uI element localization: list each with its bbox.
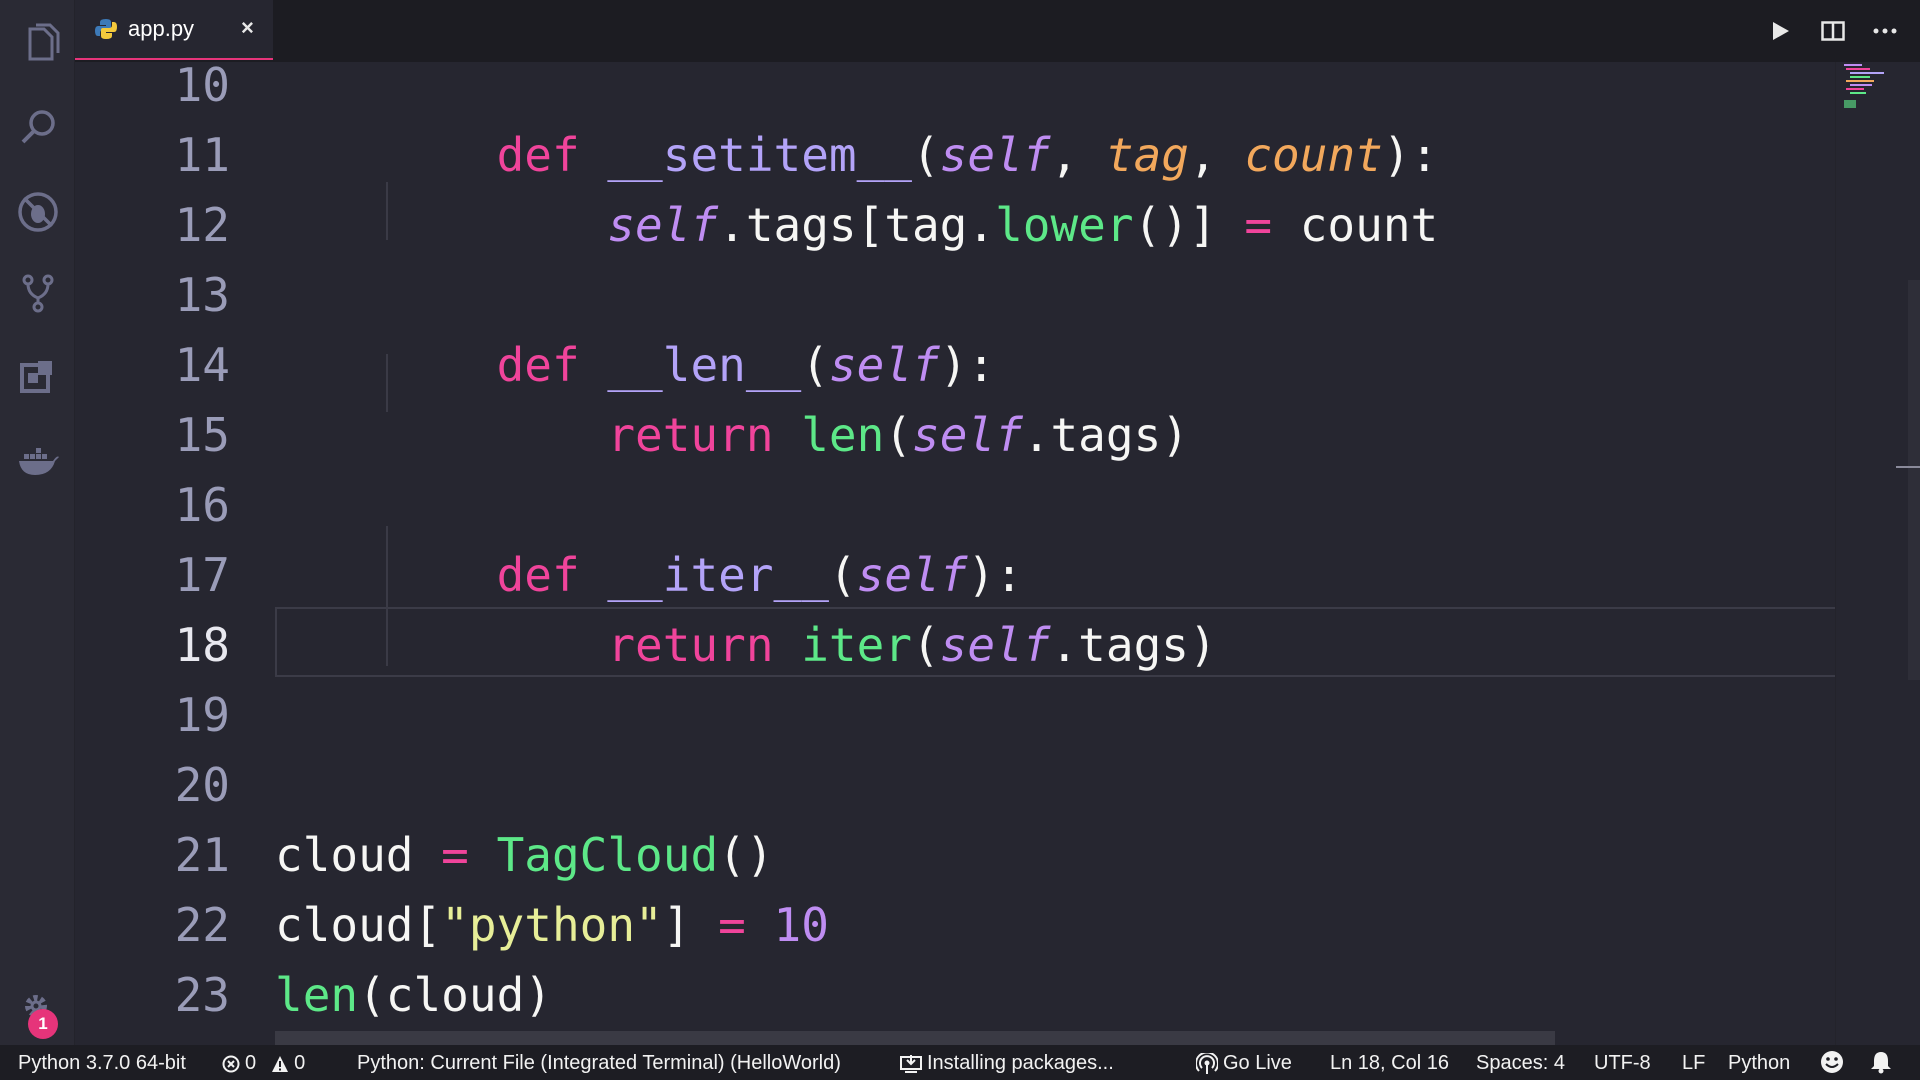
line-number: 16 [174, 478, 230, 532]
code-line-22: cloud["python"] = 10 [275, 898, 829, 952]
minimap-preview [1844, 64, 1884, 108]
debug-button[interactable] [0, 177, 75, 247]
cursor-position[interactable]: Ln 18, Col 16 [1330, 1052, 1449, 1075]
line-number-current: 18 [174, 618, 230, 672]
download-icon [900, 1054, 922, 1073]
debug-config-selector[interactable]: Python: Current File (Integrated Termina… [357, 1052, 841, 1075]
smiley-icon [1821, 1051, 1843, 1073]
code-line-23: len(cloud) [275, 968, 552, 1022]
line-number: 10 [174, 62, 230, 112]
close-icon[interactable]: × [241, 15, 254, 41]
interpreter-selector[interactable]: Python 3.7.0 64-bit [18, 1052, 186, 1075]
source-control-icon [22, 274, 53, 313]
split-editor-icon [1821, 21, 1845, 41]
split-editor-button[interactable] [1818, 16, 1848, 46]
horizontal-scrollbar[interactable] [275, 1031, 1555, 1045]
code-editor[interactable]: 10 11 12 13 14 15 16 17 18 19 20 21 22 2… [75, 62, 1835, 1045]
docker-icon [18, 448, 59, 475]
extensions-button[interactable] [0, 342, 75, 412]
notification-badge: 1 [28, 1009, 58, 1039]
warning-icon [272, 1055, 289, 1072]
line-number: 20 [174, 758, 230, 812]
bell-icon [1871, 1052, 1891, 1074]
language-mode-selector[interactable]: Python [1728, 1052, 1790, 1075]
source-control-button[interactable] [0, 258, 75, 328]
docker-button[interactable] [0, 426, 75, 496]
broadcast-icon [1196, 1052, 1218, 1074]
tab-bar: app.py × [75, 0, 1920, 62]
error-icon [222, 1055, 240, 1072]
run-button[interactable] [1765, 16, 1795, 46]
search-icon [21, 110, 55, 144]
line-number: 13 [174, 268, 230, 322]
python-file-icon [95, 19, 117, 39]
line-number: 17 [174, 548, 230, 602]
code-line-21: cloud = TagCloud() [275, 828, 774, 882]
extensions-icon [19, 361, 52, 393]
code-line-11: def __setitem__(self, tag, count): [496, 128, 1439, 182]
error-count: 0 [245, 1052, 257, 1074]
more-icon [1873, 28, 1897, 34]
code-line-15: return len(self.tags) [607, 408, 1189, 462]
line-number: 21 [174, 828, 230, 882]
line-number: 15 [174, 408, 230, 462]
line-number: 19 [174, 688, 230, 742]
code-line-18: return iter(self.tags) [607, 618, 1217, 672]
line-number: 14 [174, 338, 230, 392]
vertical-scrollbar[interactable] [1908, 280, 1920, 680]
tab-app-py[interactable]: app.py × [75, 0, 273, 60]
debug-icon [17, 192, 58, 232]
feedback-button[interactable] [1820, 1050, 1844, 1074]
notifications-button[interactable] [1870, 1050, 1892, 1074]
line-number: 22 [174, 898, 230, 952]
activity-bar: 1 [0, 0, 75, 1045]
tab-label: app.py [128, 16, 195, 41]
task-label: Installing packages... [927, 1052, 1114, 1074]
task-status[interactable]: Installing packages... [900, 1052, 1114, 1075]
encoding-selector[interactable]: UTF-8 [1594, 1052, 1651, 1075]
warning-count: 0 [294, 1052, 306, 1074]
indentation-selector[interactable]: Spaces: 4 [1476, 1052, 1565, 1075]
run-icon [1773, 22, 1789, 40]
line-number: 23 [174, 968, 230, 1022]
line-number: 11 [174, 128, 230, 182]
go-live-label: Go Live [1223, 1052, 1292, 1074]
line-number: 12 [174, 198, 230, 252]
code-line-12: self.tags[tag.lower()] = count [607, 198, 1439, 252]
code-line-17: def __iter__(self): [496, 548, 1023, 602]
code-line-14: def __len__(self): [496, 338, 996, 392]
search-button[interactable] [0, 92, 75, 162]
scroll-position-marker [1896, 466, 1920, 468]
status-bar: Python 3.7.0 64-bit 0 0 Python: Current … [0, 1045, 1920, 1080]
explorer-button[interactable] [0, 8, 75, 78]
files-icon [28, 23, 59, 61]
problems-indicator[interactable]: 0 0 [222, 1052, 305, 1075]
eol-selector[interactable]: LF [1682, 1052, 1705, 1075]
more-actions-button[interactable] [1870, 16, 1900, 46]
go-live-button[interactable]: Go Live [1196, 1052, 1292, 1075]
